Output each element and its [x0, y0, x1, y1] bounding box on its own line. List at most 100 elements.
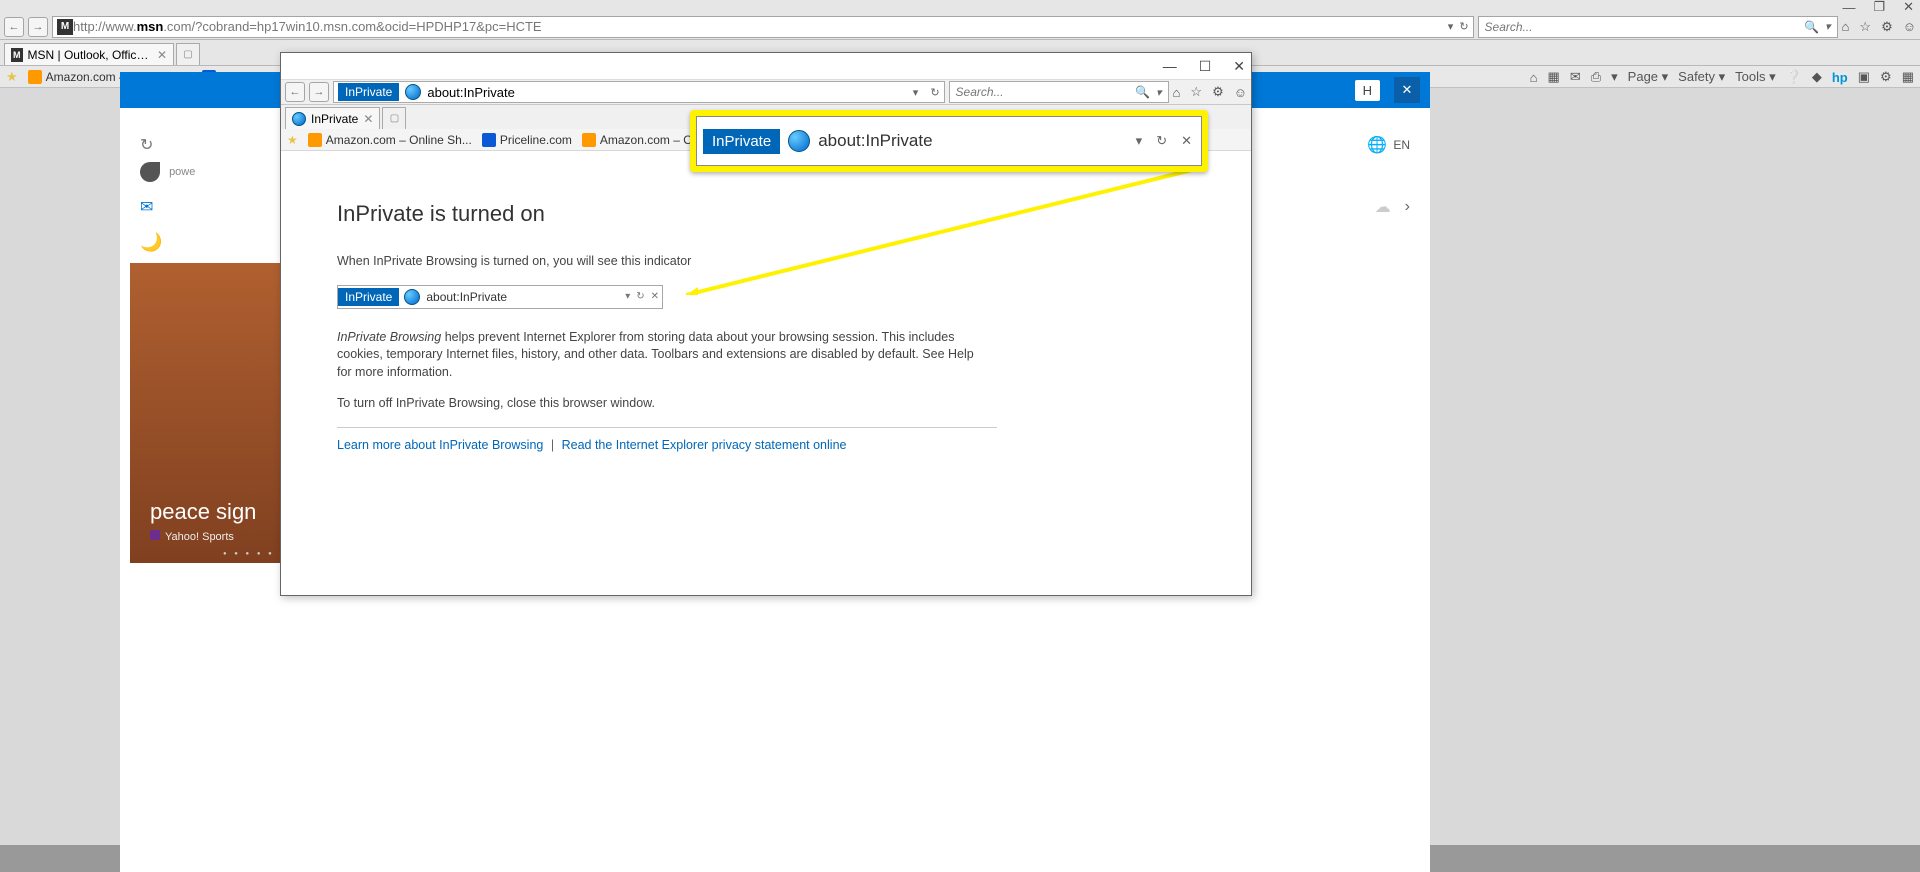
home-icon[interactable]: ⌂: [1842, 19, 1850, 34]
url-text: about:InPrivate: [427, 85, 900, 100]
title-bar: — ❐ ✕: [0, 0, 1920, 14]
priceline-icon: [482, 133, 496, 147]
page-menu[interactable]: Page ▾: [1628, 69, 1669, 85]
minimize-button[interactable]: —: [1163, 58, 1177, 74]
refresh-icon[interactable]: ↻: [930, 86, 939, 99]
favorites-icon[interactable]: ☆: [1859, 19, 1871, 35]
settings-icon[interactable]: ⚙: [1212, 84, 1224, 100]
dropdown-icon[interactable]: ▾: [1611, 69, 1618, 85]
feedback-icon[interactable]: ☺: [1903, 19, 1916, 34]
tab-favicon: M: [11, 48, 23, 62]
new-tab-button[interactable]: ▢: [382, 107, 406, 129]
print-icon[interactable]: ⎙: [1591, 69, 1601, 85]
hero-headline: peace sign: [150, 499, 256, 524]
inprivate-heading: InPrivate is turned on: [337, 201, 1195, 227]
forward-button[interactable]: →: [309, 82, 329, 102]
url-text: http://www.msn.com/?cobrand=hp17win10.ms…: [73, 19, 1442, 34]
toolbar-icons: ⌂ ☆ ⚙ ☺: [1842, 19, 1916, 35]
child-toolbar-icons: ⌂ ☆ ⚙ ☺: [1173, 84, 1247, 100]
outlook-icon[interactable]: ✉: [140, 197, 153, 217]
ie-icon: [405, 84, 421, 100]
tab-close-icon[interactable]: ✕: [157, 48, 167, 62]
ext-icon[interactable]: ▣: [1858, 69, 1870, 85]
privacy-statement-link[interactable]: Read the Internet Explorer privacy state…: [562, 438, 847, 452]
amazon-icon: [308, 133, 322, 147]
close-button[interactable]: ✕: [1233, 58, 1245, 75]
language-label: EN: [1393, 138, 1410, 152]
inprivate-turnoff-text: To turn off InPrivate Browsing, close th…: [337, 395, 977, 413]
refresh-icon: ↻: [1156, 133, 1167, 149]
maximize-button[interactable]: ☐: [1199, 58, 1212, 75]
hero-source: Yahoo! Sports: [150, 530, 256, 543]
favorite-label: Amazon.com – Online Sh...: [326, 133, 472, 147]
refresh-icon[interactable]: ↻: [1459, 20, 1468, 33]
inprivate-indicator-example: InPrivate about:InPrivate ▾ ↻ ✕: [337, 285, 663, 309]
maximize-button[interactable]: ❐: [1873, 0, 1885, 15]
globe-icon: 🌐: [1367, 135, 1387, 155]
msn-search-field[interactable]: H: [1355, 80, 1380, 101]
new-tab-button[interactable]: ▢: [176, 43, 200, 65]
add-favorite-icon[interactable]: ★: [287, 133, 298, 147]
favorite-amazon[interactable]: Amazon.com – Online Sh...: [308, 133, 472, 147]
ie-icon: [292, 112, 306, 126]
back-button[interactable]: ←: [4, 17, 24, 37]
learn-more-link[interactable]: Learn more about InPrivate Browsing: [337, 438, 543, 452]
url-dropdown-icon[interactable]: ▾: [913, 86, 919, 99]
dropdown-icon: ▾: [1136, 133, 1143, 149]
msn-dismiss-icon[interactable]: ✕: [1394, 77, 1420, 103]
tab-msn[interactable]: M MSN | Outlook, Office, Sky... ✕: [4, 43, 174, 65]
nav-next-icon[interactable]: ›: [1405, 198, 1410, 216]
search-box[interactable]: Search... 🔍 ▾: [1478, 16, 1838, 38]
address-bar[interactable]: M http://www.msn.com/?cobrand=hp17win10.…: [52, 16, 1474, 38]
stop-icon: ✕: [651, 291, 659, 302]
ext-icon[interactable]: ▦: [1902, 69, 1914, 85]
favorites-icon[interactable]: ☆: [1190, 84, 1202, 100]
mail-icon[interactable]: ✉: [1570, 69, 1581, 85]
url-dropdown-icon[interactable]: ▾: [1448, 20, 1454, 33]
weather-icon[interactable]: ☁: [1375, 197, 1391, 217]
indicator-url: about:InPrivate: [420, 290, 622, 304]
child-address-row: ← → InPrivate about:InPrivate ▾ ↻ Search…: [281, 79, 1251, 105]
inprivate-badge: InPrivate: [338, 288, 399, 306]
search-icon[interactable]: 🔍: [1135, 85, 1150, 99]
favorite-label: Priceline.com: [500, 133, 572, 147]
ext-icon[interactable]: ⚙: [1880, 69, 1892, 85]
ext-icon[interactable]: ◆: [1812, 69, 1822, 85]
forward-button[interactable]: →: [28, 17, 48, 37]
tools-menu[interactable]: Tools ▾: [1735, 69, 1776, 85]
refresh-icon: ↻: [636, 291, 644, 302]
search-dropdown-icon[interactable]: ▾: [1156, 86, 1162, 99]
tab-inprivate[interactable]: InPrivate ✕: [285, 107, 380, 129]
back-button[interactable]: ←: [285, 82, 305, 102]
feed-icon[interactable]: ▦: [1548, 69, 1560, 85]
feedback-icon[interactable]: ☺: [1234, 85, 1247, 100]
tab-close-icon[interactable]: ✕: [363, 112, 373, 126]
settings-icon[interactable]: ⚙: [1881, 19, 1893, 35]
ext-icon[interactable]: hp: [1832, 70, 1848, 85]
safety-menu[interactable]: Safety ▾: [1678, 69, 1725, 85]
home-icon[interactable]: ⌂: [1530, 70, 1538, 85]
add-favorite-icon[interactable]: ★: [6, 69, 18, 85]
inprivate-content: InPrivate is turned on When InPrivate Br…: [281, 151, 1251, 595]
search-icon[interactable]: 🔍: [1804, 20, 1819, 34]
amazon-icon: [582, 133, 596, 147]
ie-icon: [788, 130, 810, 152]
minimize-button[interactable]: —: [1842, 0, 1855, 15]
close-button[interactable]: ✕: [1903, 0, 1914, 15]
refresh-icon[interactable]: ↻: [140, 135, 153, 155]
inprivate-description: InPrivate Browsing helps prevent Interne…: [337, 329, 977, 382]
language-picker[interactable]: 🌐 EN: [1367, 135, 1410, 155]
tab-label: InPrivate: [311, 112, 358, 126]
ie-icon: [404, 289, 420, 305]
home-icon[interactable]: ⌂: [1173, 85, 1181, 100]
tab-label: MSN | Outlook, Office, Sky...: [28, 48, 152, 62]
address-bar-row: ← → M http://www.msn.com/?cobrand=hp17wi…: [0, 14, 1920, 40]
amazon-icon: [28, 70, 42, 84]
stop-icon: ✕: [1181, 133, 1192, 149]
favorite-priceline[interactable]: Priceline.com: [482, 133, 572, 147]
child-address-bar[interactable]: InPrivate about:InPrivate ▾ ↻: [333, 81, 945, 103]
search-dropdown-icon[interactable]: ▾: [1825, 20, 1831, 33]
help-icon[interactable]: ❔: [1786, 69, 1802, 85]
child-search-box[interactable]: Search... 🔍 ▾: [949, 81, 1169, 103]
inprivate-links: Learn more about InPrivate Browsing | Re…: [337, 427, 997, 452]
